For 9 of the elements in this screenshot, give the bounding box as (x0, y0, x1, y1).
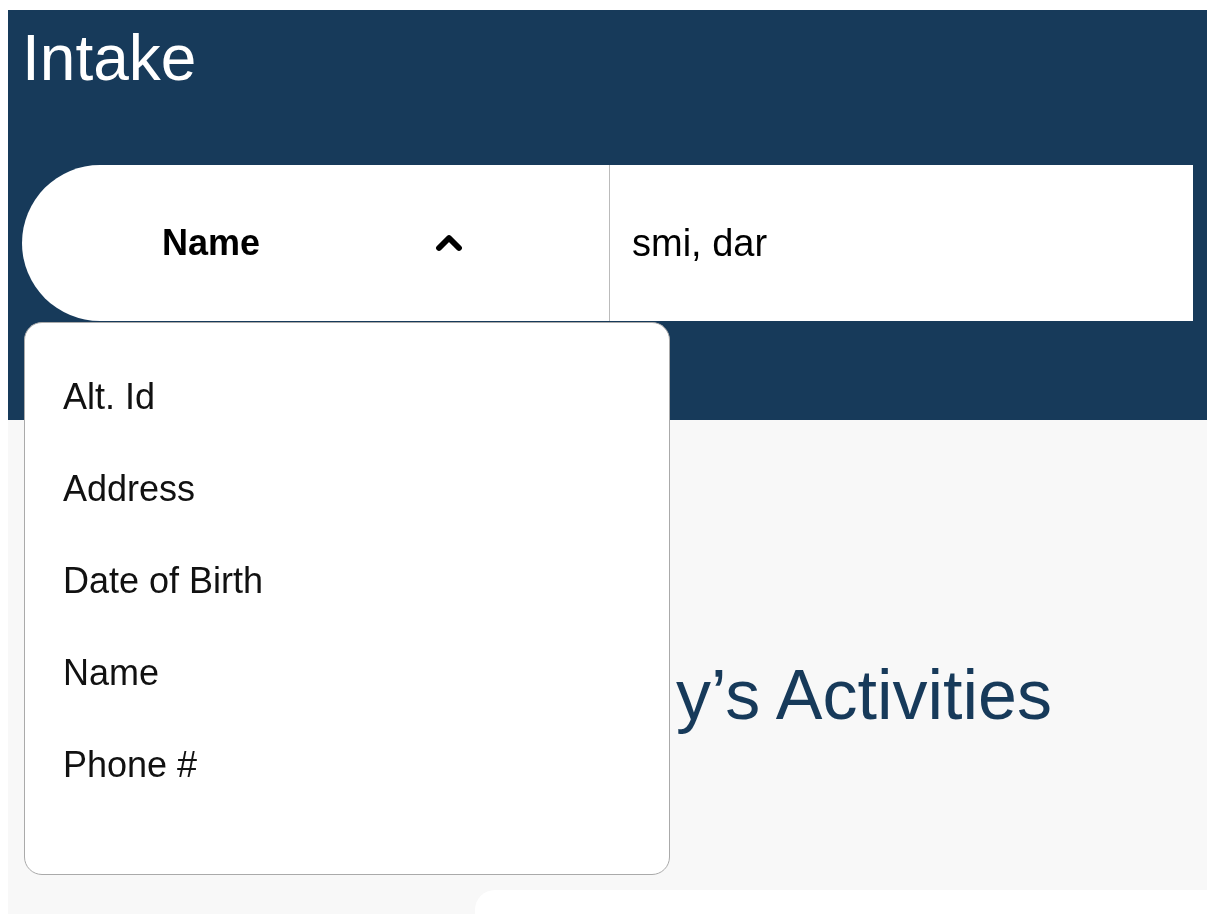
field-selector[interactable]: Name (22, 165, 610, 321)
dropdown-option[interactable]: Date of Birth (25, 535, 669, 627)
search-input[interactable]: smi, dar (610, 165, 1193, 321)
dropdown-option[interactable]: Address (25, 443, 669, 535)
dropdown-option[interactable]: Name (25, 627, 669, 719)
dropdown-option[interactable]: Alt. Id (25, 351, 669, 443)
section-heading: y’s Activities (676, 655, 1053, 735)
page-title: Intake (22, 22, 197, 94)
dropdown-option[interactable]: Phone # (25, 719, 669, 811)
